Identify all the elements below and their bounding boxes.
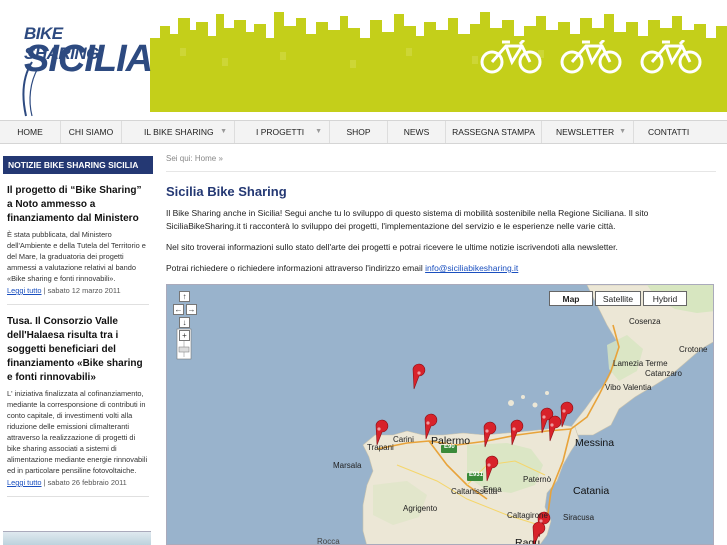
nav-item-il-bike-sharing[interactable]: IL BIKE SHARING ▼: [122, 121, 235, 143]
news-date: | sabato 26 febbraio 2011: [43, 478, 127, 487]
map-label-palermo: Palermo: [431, 435, 471, 447]
map-type-satellite-button[interactable]: Satellite: [595, 291, 641, 306]
read-more-link[interactable]: Leggi tutto: [7, 478, 42, 487]
nav-label: SHOP: [346, 127, 371, 137]
map-label-paterno: Paternò: [523, 475, 552, 484]
map-label-marsala: Marsala: [333, 461, 362, 470]
nav-item-chi-siamo[interactable]: CHI SIAMO: [61, 121, 122, 143]
news-excerpt: È stata pubblicata, dal Ministero dell'A…: [7, 230, 146, 283]
news-date: | sabato 12 marzo 2011: [43, 286, 121, 295]
page-title: Sicilia Bike Sharing: [166, 184, 287, 199]
map-label-lamezia: Lamezia Terme: [613, 359, 668, 368]
contact-text: Potrai richiedere o richiedere informazi…: [166, 263, 426, 273]
nav-label: NEWSLETTER: [556, 127, 615, 137]
sidebar-thumbnail-image[interactable]: [3, 531, 151, 545]
read-more-link[interactable]: Leggi tutto: [7, 286, 42, 295]
map-type-hybrid-button[interactable]: Hybrid: [643, 291, 687, 306]
nav-label: IL BIKE SHARING: [144, 127, 214, 137]
map-label-cosenza: Cosenza: [629, 317, 661, 326]
nav-item-shop[interactable]: SHOP: [330, 121, 388, 143]
map-label-agrigento: Agrigento: [403, 504, 438, 513]
road-shield-e931: E931: [469, 472, 484, 478]
site-header: BIKE SHARING SICILIA: [0, 0, 727, 120]
breadcrumb: Sei qui: Home »: [166, 153, 716, 172]
news-excerpt: L' iniziativa finalizzata al cofinanziam…: [7, 389, 148, 475]
chevron-down-icon: ▼: [220, 128, 227, 135]
map-label-catania: Catania: [573, 485, 610, 497]
map-label-carini: Carini: [393, 435, 414, 444]
pan-right-button[interactable]: →: [186, 304, 197, 315]
nav-item-i-progetti[interactable]: I PROGETTI ▼: [235, 121, 330, 143]
news-meta: Leggi tutto | sabato 26 febbraio 2011: [7, 477, 149, 497]
map-label-ragusa: Ragu: [515, 537, 541, 545]
nav-item-newsletter[interactable]: NEWSLETTER ▼: [542, 121, 634, 143]
map-label-siracusa: Siracusa: [563, 513, 595, 522]
nav-item-home[interactable]: HOME: [0, 121, 61, 143]
nav-item-contatti[interactable]: CONTATTI: [634, 121, 727, 143]
map-label-crotone: Crotone: [679, 345, 708, 354]
sidebar-heading: NOTIZIE BIKE SHARING SICILIA: [3, 156, 153, 174]
nav-item-rassegna-stampa[interactable]: RASSEGNA STAMPA: [446, 121, 542, 143]
email-link[interactable]: info@siciliabikesharing.it: [425, 263, 518, 273]
map-label-caltagirone: Caltagirone: [507, 511, 548, 520]
nav-label: I PROGETTI: [256, 127, 305, 137]
nav-label: RASSEGNA STAMPA: [452, 127, 535, 137]
pan-down-button[interactable]: ↓: [179, 317, 190, 328]
map-label-trapani: Trapani: [367, 443, 394, 452]
intro-paragraph: Il Bike Sharing anche in Sicilia! Segui …: [166, 208, 649, 231]
chevron-down-icon: ▼: [619, 128, 626, 135]
bicycles-illustration: [480, 40, 702, 74]
nav-label: CONTATTI: [648, 127, 690, 137]
newsletter-paragraph: Nel sito troverai informazioni sullo sta…: [166, 242, 618, 252]
nav-label: HOME: [17, 127, 43, 137]
nav-label: NEWS: [403, 127, 430, 137]
chevron-down-icon: ▼: [315, 128, 322, 135]
map-label-enna: Enna: [483, 485, 502, 494]
map-label-messina: Messina: [575, 437, 615, 449]
pan-up-button[interactable]: ↑: [179, 291, 190, 302]
google-map[interactable]: E931 E90 ↑ ← → ↓ + Map Satellite Hybrid …: [166, 284, 714, 545]
site-logo[interactable]: BIKE SHARING SICILIA: [20, 18, 153, 118]
nav-label: CHI SIAMO: [68, 127, 114, 137]
nav-item-news[interactable]: NEWS: [388, 121, 446, 143]
news-title[interactable]: Tusa. Il Consorzio Valle dell'Halaesa ri…: [7, 315, 149, 385]
news-meta: Leggi tutto | sabato 12 marzo 2011: [7, 285, 149, 305]
news-item: Il progetto di “Bike Sharing” a Noto amm…: [3, 174, 153, 305]
news-sidebar: NOTIZIE BIKE SHARING SICILIA Il progetto…: [3, 156, 153, 545]
map-label-vibo: Vibo Valentia: [605, 383, 652, 392]
news-title[interactable]: Il progetto di “Bike Sharing” a Noto amm…: [7, 184, 149, 226]
map-label-catanzaro: Catanzaro: [645, 369, 682, 378]
pan-left-button[interactable]: ←: [173, 304, 184, 315]
news-item: Tusa. Il Consorzio Valle dell'Halaesa ri…: [3, 305, 153, 497]
zoom-in-button[interactable]: +: [179, 330, 190, 341]
contact-paragraph: Potrai richiedere o richiedere informazi…: [166, 262, 716, 275]
main-navigation: HOME CHI SIAMO IL BIKE SHARING ▼ I PROGET…: [0, 120, 727, 144]
map-type-map-button[interactable]: Map: [549, 291, 593, 306]
map-label-rocca: Rocca: [317, 537, 340, 545]
logo-text-line2: SICILIA: [24, 38, 153, 80]
